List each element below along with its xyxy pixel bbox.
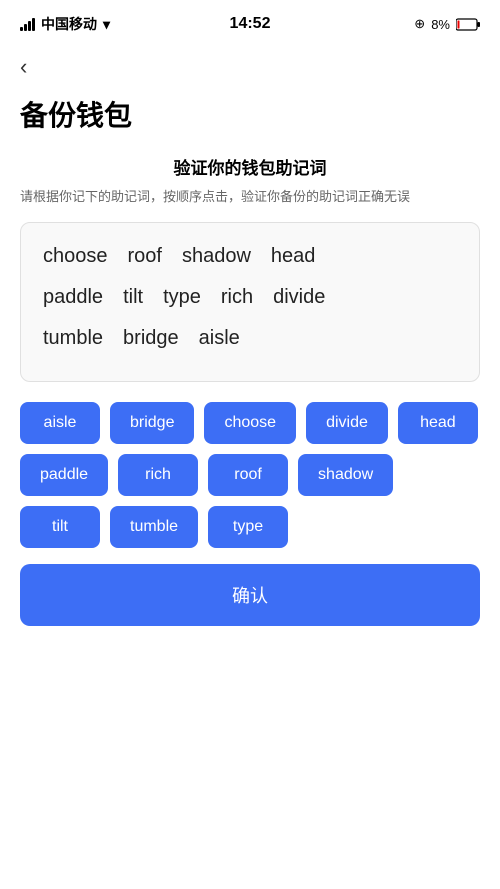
display-word-tumble: tumble (37, 325, 109, 352)
wifi-icon: ▾ (103, 16, 110, 33)
word-btn-aisle[interactable]: aisle (20, 402, 100, 444)
word-btn-divide[interactable]: divide (306, 402, 388, 444)
status-bar: 中国移动 ▾ 14:52 ⊕ 8% (0, 0, 500, 44)
word-btn-roof[interactable]: roof (208, 454, 288, 496)
word-btn-shadow[interactable]: shadow (298, 454, 393, 496)
battery-icon (456, 18, 480, 31)
display-word-choose: choose (37, 243, 114, 270)
display-word-bridge: bridge (117, 325, 185, 352)
charging-icon: ⊕ (414, 16, 425, 32)
display-word-tilt: tilt (117, 284, 149, 311)
word-btn-tumble[interactable]: tumble (110, 506, 198, 548)
display-word-divide: divide (267, 284, 331, 311)
status-right: ⊕ 8% (414, 16, 480, 32)
battery-percent: 8% (431, 17, 450, 32)
display-word-roof: roof (122, 243, 168, 270)
page-title: 备份钱包 (0, 86, 500, 154)
display-row-3: tumble bridge aisle (37, 325, 463, 352)
section-title: 验证你的钱包助记词 (20, 154, 480, 179)
display-word-rich: rich (215, 284, 259, 311)
back-chevron-icon: ‹ (20, 54, 27, 79)
section-header: 验证你的钱包助记词 请根据你记下的助记词，按顺序点击，验证你备份的助记词正确无误 (20, 154, 480, 208)
status-time: 14:52 (230, 15, 271, 33)
word-btn-type[interactable]: type (208, 506, 288, 548)
display-word-head: head (265, 243, 322, 270)
word-buttons-area: aisle bridge choose divide head paddle r… (20, 402, 480, 548)
confirm-button-wrap: 确认 (20, 564, 480, 626)
display-row-2: paddle tilt type rich divide (37, 284, 463, 311)
word-btn-tilt[interactable]: tilt (20, 506, 100, 548)
display-word-type: type (157, 284, 207, 311)
confirm-button[interactable]: 确认 (20, 564, 480, 626)
display-word-shadow: shadow (176, 243, 257, 270)
back-button[interactable]: ‹ (0, 44, 500, 86)
word-btn-choose[interactable]: choose (204, 402, 296, 444)
word-btn-rich[interactable]: rich (118, 454, 198, 496)
display-word-aisle: aisle (193, 325, 246, 352)
word-display-area: choose roof shadow head paddle tilt type… (20, 222, 480, 382)
word-btn-paddle[interactable]: paddle (20, 454, 108, 496)
carrier-signal: 中国移动 ▾ (20, 14, 110, 34)
section-desc: 请根据你记下的助记词，按顺序点击，验证你备份的助记词正确无误 (20, 187, 480, 208)
word-btn-bridge[interactable]: bridge (110, 402, 194, 444)
signal-icon (20, 17, 35, 31)
word-btn-head[interactable]: head (398, 402, 478, 444)
carrier-label: 中国移动 (41, 14, 97, 34)
display-word-paddle: paddle (37, 284, 109, 311)
display-row-1: choose roof shadow head (37, 243, 463, 270)
